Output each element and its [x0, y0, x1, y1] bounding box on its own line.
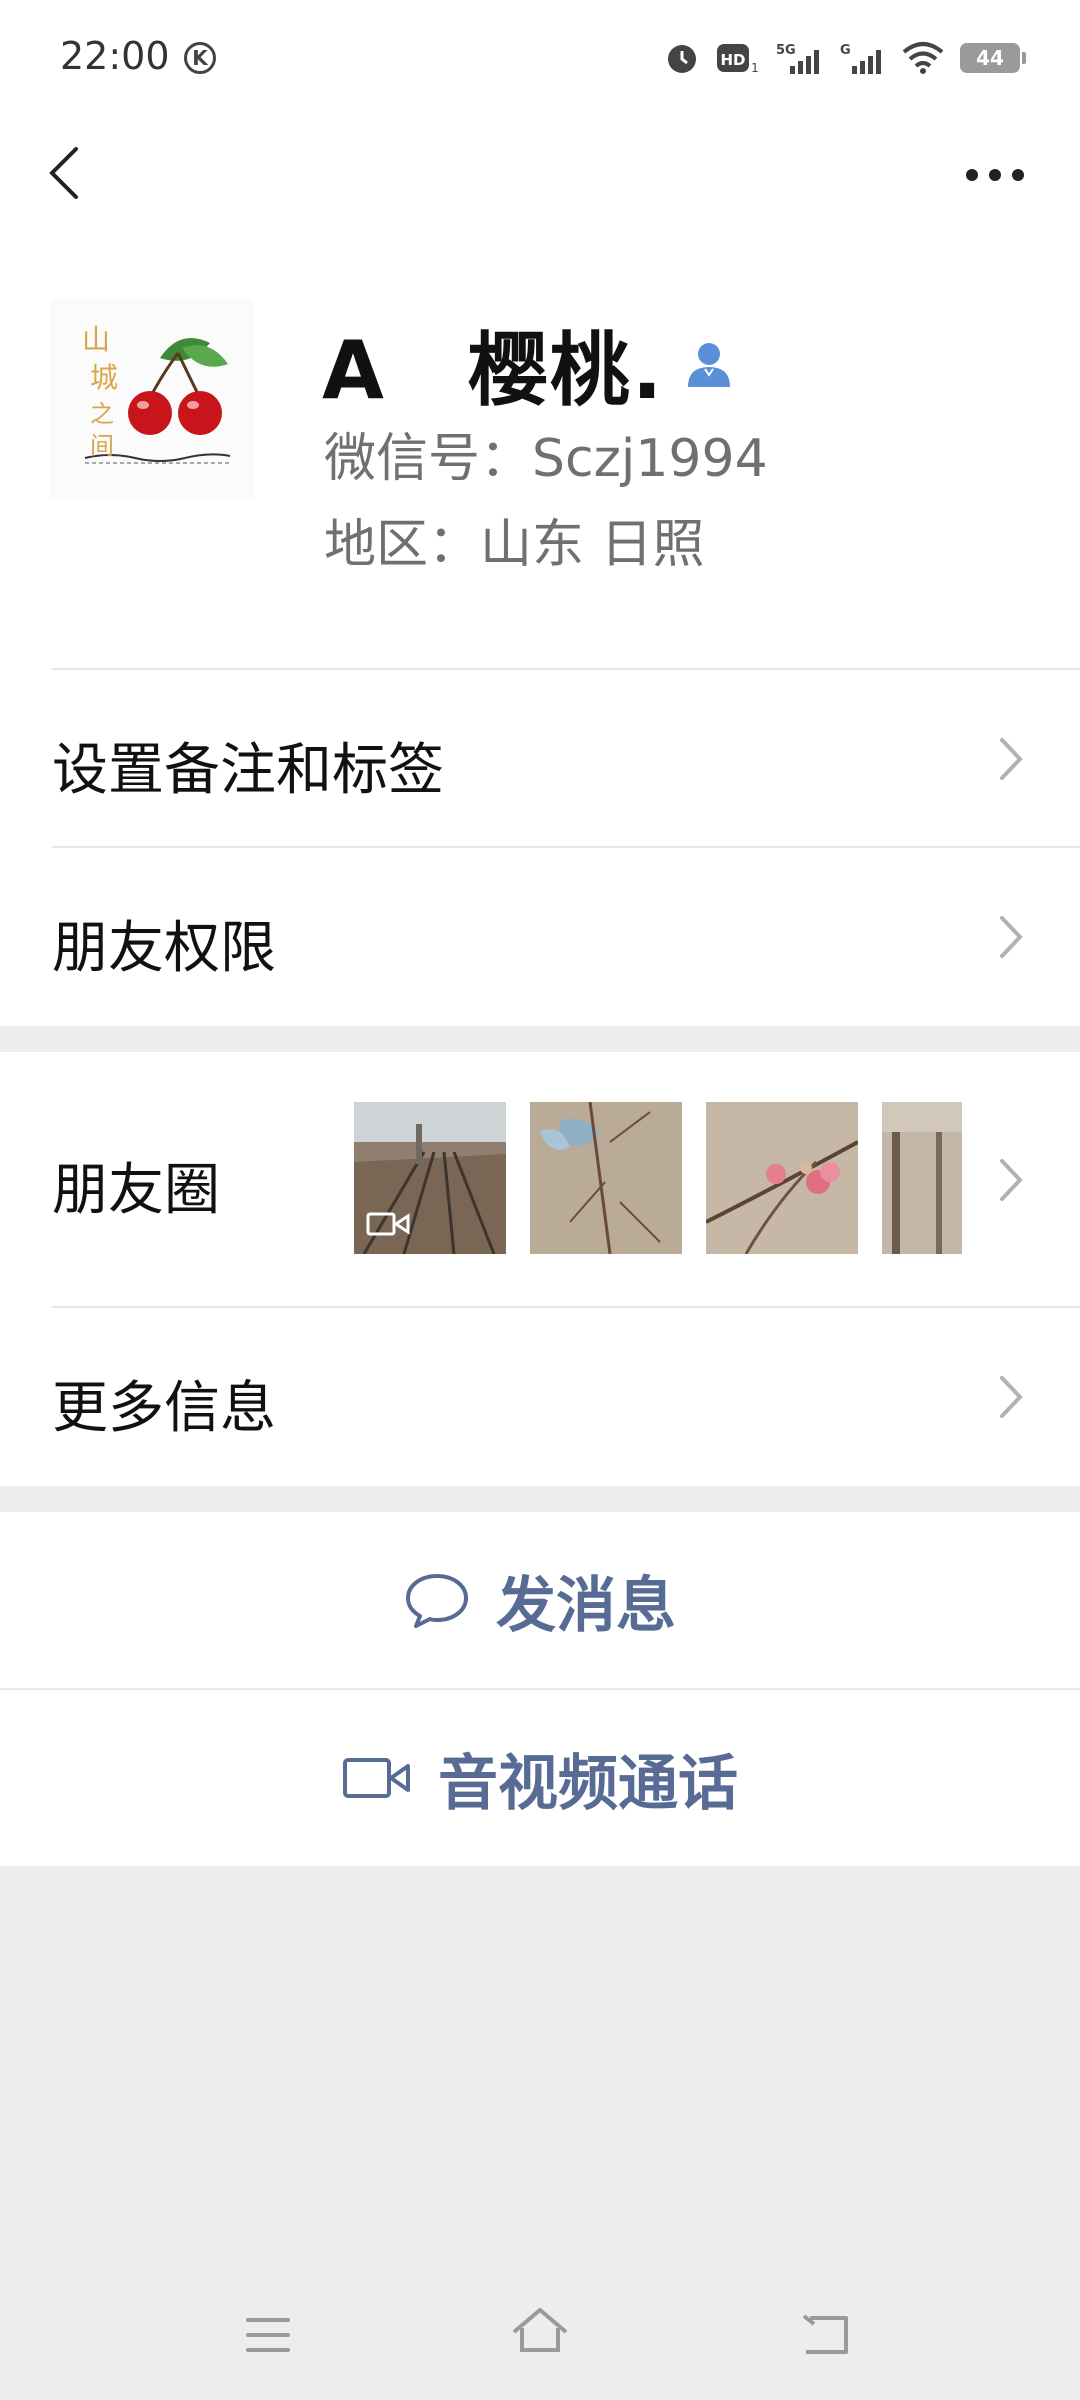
chevron-right-icon: [1000, 916, 1023, 958]
system-nav-bar: [0, 2270, 1080, 2400]
send-message-button[interactable]: 发消息: [0, 1512, 1080, 1688]
region: 地区：山东 日照: [324, 515, 705, 575]
send-message-label: 发消息: [496, 1570, 676, 1641]
chevron-right-icon: [1000, 1376, 1023, 1418]
set-remark-label: 设置备注和标签: [52, 738, 444, 803]
5g-signal-icon: 5G: [776, 43, 819, 74]
hd-icon: HD 1: [717, 44, 759, 75]
battery-icon: 44: [960, 43, 1026, 73]
alarm-icon: [668, 45, 696, 73]
k-badge-icon: K: [184, 42, 216, 74]
friend-permissions-label: 朋友权限: [52, 916, 276, 981]
moment-thumbnail[interactable]: [706, 1102, 858, 1254]
status-icons: HD 1 5G G 44: [664, 38, 1026, 78]
avatar-char-3: 之: [90, 400, 114, 428]
g-signal-icon: G: [840, 43, 881, 74]
chevron-left-icon[interactable]: [40, 143, 90, 203]
name-row: A 樱桃.: [322, 306, 734, 422]
person-icon: [688, 343, 731, 387]
chevron-right-icon: [1000, 738, 1023, 780]
back-nav-icon[interactable]: [800, 2310, 852, 2358]
status-time: 22:00: [60, 34, 170, 78]
moments-label: 朋友圈: [52, 1158, 220, 1223]
profile-header: 山 城 之 间 A 樱桃. 微信号：Sczj1994 地区：山东 日照: [0, 230, 1080, 670]
set-remark-row[interactable]: 设置备注和标签: [0, 670, 1080, 848]
avatar-char-4: 间: [90, 432, 114, 460]
moment-thumbnail[interactable]: [882, 1102, 962, 1254]
more-info-row[interactable]: 更多信息: [0, 1308, 1080, 1486]
friend-permissions-row[interactable]: 朋友权限: [0, 848, 1080, 1026]
cherry-logo-avatar: [50, 298, 254, 498]
svg-text:G: G: [840, 43, 851, 58]
moment-thumbnail-video[interactable]: [354, 1102, 506, 1254]
moments-row[interactable]: 朋友圈: [0, 1052, 1080, 1308]
av-call-button[interactable]: 音视频通话: [0, 1690, 1080, 1866]
home-icon[interactable]: [510, 2306, 570, 2358]
av-call-label: 音视频通话: [438, 1748, 738, 1819]
wechat-id: 微信号：Sczj1994: [324, 429, 768, 489]
svg-text:1: 1: [751, 61, 759, 75]
avatar[interactable]: 山 城 之 间: [50, 298, 254, 498]
contact-name: A 樱桃.: [322, 324, 665, 417]
video-camera-icon: [343, 1758, 410, 1798]
avatar-char-2: 城: [90, 361, 119, 394]
chevron-right-icon: [1000, 1159, 1023, 1201]
top-nav-bar: [0, 115, 1080, 230]
avatar-char-1: 山: [82, 323, 111, 356]
status-bar: 22:00 K HD 1 5G G 44: [0, 0, 1080, 115]
moments-thumbnails: [354, 1102, 962, 1254]
wifi-icon: [902, 42, 944, 74]
more-info-label: 更多信息: [52, 1376, 276, 1441]
chat-bubble-icon: [406, 1574, 468, 1628]
moment-thumbnail[interactable]: [530, 1102, 682, 1254]
svg-text:5G: 5G: [776, 43, 796, 58]
menu-icon[interactable]: [244, 2314, 294, 2358]
more-dots-icon[interactable]: [960, 155, 1030, 195]
svg-text:HD: HD: [720, 51, 745, 69]
